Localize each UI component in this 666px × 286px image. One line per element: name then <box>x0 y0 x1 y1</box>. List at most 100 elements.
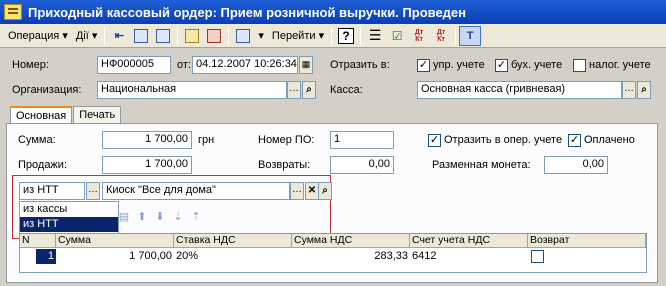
nomer-po-field[interactable]: 1 <box>330 131 394 149</box>
title-bar: Приходный кассовый ордер: Прием рознично… <box>0 0 666 24</box>
actions-menu[interactable]: Дії ▾ <box>72 26 102 46</box>
upr-label: упр. учете <box>433 59 485 71</box>
vozvraty-field[interactable]: 0,00 <box>330 156 394 174</box>
kiosk-field[interactable]: Киоск "Все для дома" <box>102 182 290 200</box>
toolbar-separator <box>360 26 362 45</box>
structure-button[interactable]: ☰ <box>364 26 386 46</box>
actions-menu-label: Дії <box>75 29 89 42</box>
prodazhi-label: Продажи: <box>18 159 67 171</box>
grid-toolbar: ▤ ⬆ ⬇ ⇣ ⇡ <box>118 211 202 223</box>
print-icon <box>236 28 251 43</box>
source-select[interactable]: из НТТ <box>19 182 85 200</box>
kassa-field[interactable]: Основная касса (гривневая) <box>417 81 622 99</box>
dt-kt-button[interactable]: Дт Кт <box>408 26 430 46</box>
prodazhi-field[interactable]: 1 700,00 <box>102 156 192 174</box>
summa-field[interactable]: 1 700,00 <box>102 131 192 149</box>
kiosk-select-button[interactable]: … <box>290 182 304 200</box>
help-icon: ? <box>338 27 355 44</box>
dt-kt-icon: Дт Кт <box>414 28 424 43</box>
nalog-checkbox[interactable] <box>573 59 586 72</box>
upr-checkbox[interactable]: ✓ <box>417 59 430 72</box>
oper-label: Отразить в опер. учете <box>444 134 563 146</box>
checklist-button[interactable]: ☑ <box>386 26 408 46</box>
razmen-label: Разменная монета: <box>432 159 531 171</box>
move-up-icon[interactable]: ⬆ <box>136 211 148 223</box>
goto-menu-label: Перейти <box>271 29 316 42</box>
help-button[interactable]: ? <box>335 26 357 46</box>
kiosk-search-button[interactable]: ⌕ <box>318 182 332 200</box>
post-document-icon <box>185 28 200 43</box>
table-cell-summa[interactable]: 1 700,00 <box>56 249 174 264</box>
paid-label: Оплачено <box>584 134 635 146</box>
check-icon: ✓ <box>429 134 440 146</box>
column-header-summa-nds[interactable]: Сумма НДС <box>292 234 410 248</box>
table-cell-summa-nds[interactable]: 283,33 <box>292 249 410 264</box>
close-icon: ✕ <box>307 185 317 196</box>
date-field[interactable]: 04.12.2007 10:26:34 <box>192 56 298 74</box>
column-header-vozvrat[interactable]: Возврат <box>528 234 646 248</box>
buh-label: бух. учете <box>511 59 563 71</box>
sort-asc-icon[interactable]: ⇣ <box>172 211 184 223</box>
currency-label: грн <box>198 134 215 146</box>
swap-button[interactable] <box>152 26 174 46</box>
buh-checkbox[interactable]: ✓ <box>495 59 508 72</box>
refresh-button[interactable] <box>130 26 152 46</box>
toolbar-separator <box>228 26 230 45</box>
dt-kt-button-2[interactable]: Дт Кт <box>430 26 452 46</box>
goto-menu[interactable]: Перейти ▾ <box>268 26 328 46</box>
unpost-button[interactable] <box>203 26 225 46</box>
kiosk-clear-button[interactable]: ✕ <box>305 182 319 200</box>
list-icon: ☰ <box>368 27 382 43</box>
toolbar-separator <box>331 26 333 45</box>
razmen-field[interactable]: 0,00 <box>544 156 608 174</box>
vozvrat-checkbox[interactable] <box>531 250 544 263</box>
copy-row-icon[interactable]: ▤ <box>118 211 130 223</box>
column-header-n[interactable]: N <box>20 234 56 248</box>
toolbar-separator <box>455 26 457 45</box>
date-label: от: <box>177 59 191 71</box>
tab-print[interactable]: Печать <box>73 106 122 124</box>
dropdown-option-kassa[interactable]: из кассы <box>20 202 118 217</box>
check-icon: ✓ <box>496 59 507 71</box>
org-label: Организация: <box>12 84 82 96</box>
column-header-summa[interactable]: Сумма <box>56 234 174 248</box>
post-button[interactable] <box>181 26 203 46</box>
move-down-icon[interactable]: ⬇ <box>154 211 166 223</box>
column-header-schet[interactable]: Счет учета НДС <box>410 234 528 248</box>
table-cell-n[interactable]: 1 <box>36 249 56 264</box>
kassa-search-button[interactable]: ⌕ <box>637 81 651 99</box>
org-search-button[interactable]: ⌕ <box>302 81 316 99</box>
vozvraty-label: Возвраты: <box>258 159 311 171</box>
search-icon: ⌕ <box>641 84 647 95</box>
org-select-button[interactable]: … <box>287 81 301 99</box>
print-button[interactable] <box>232 26 254 46</box>
calendar-button[interactable]: ▦ <box>299 56 313 74</box>
calendar-icon: ▦ <box>301 59 311 69</box>
summa-label: Сумма: <box>18 134 56 146</box>
sort-desc-icon[interactable]: ⇡ <box>190 211 202 223</box>
nds-table: N Сумма Ставка НДС Сумма НДС Счет учета … <box>19 233 647 273</box>
tt-icon: T <box>466 29 474 42</box>
org-field[interactable]: Национальная <box>97 81 287 99</box>
kassa-select-button[interactable]: … <box>622 81 636 99</box>
checklist-icon: ☑ <box>391 28 403 43</box>
swap-icon <box>156 28 171 43</box>
column-header-stavka[interactable]: Ставка НДС <box>174 234 292 248</box>
paid-checkbox[interactable]: ✓ <box>568 134 581 147</box>
operation-menu[interactable]: Операция ▾ <box>4 26 72 46</box>
source-select-button[interactable]: … <box>86 182 100 200</box>
dropdown-option-ntt[interactable]: из НТТ <box>20 217 118 232</box>
table-cell-stavka[interactable]: 20% <box>174 249 292 264</box>
source-dropdown-list: из кассы из НТТ <box>19 201 119 234</box>
unpost-document-icon <box>207 28 222 43</box>
operation-menu-label: Операция <box>8 29 60 42</box>
refresh-icon <box>134 28 149 43</box>
print-dropdown[interactable]: ▾ <box>254 26 268 46</box>
tt-button[interactable]: T <box>459 25 482 46</box>
back-arrow-button[interactable]: ⇤ <box>108 26 130 46</box>
oper-checkbox[interactable]: ✓ <box>428 134 441 147</box>
number-field[interactable]: НФ000005 <box>97 56 171 74</box>
tab-main[interactable]: Основная <box>10 106 73 124</box>
toolbar-separator <box>177 26 179 45</box>
table-cell-schet[interactable]: 6412 <box>410 249 528 264</box>
